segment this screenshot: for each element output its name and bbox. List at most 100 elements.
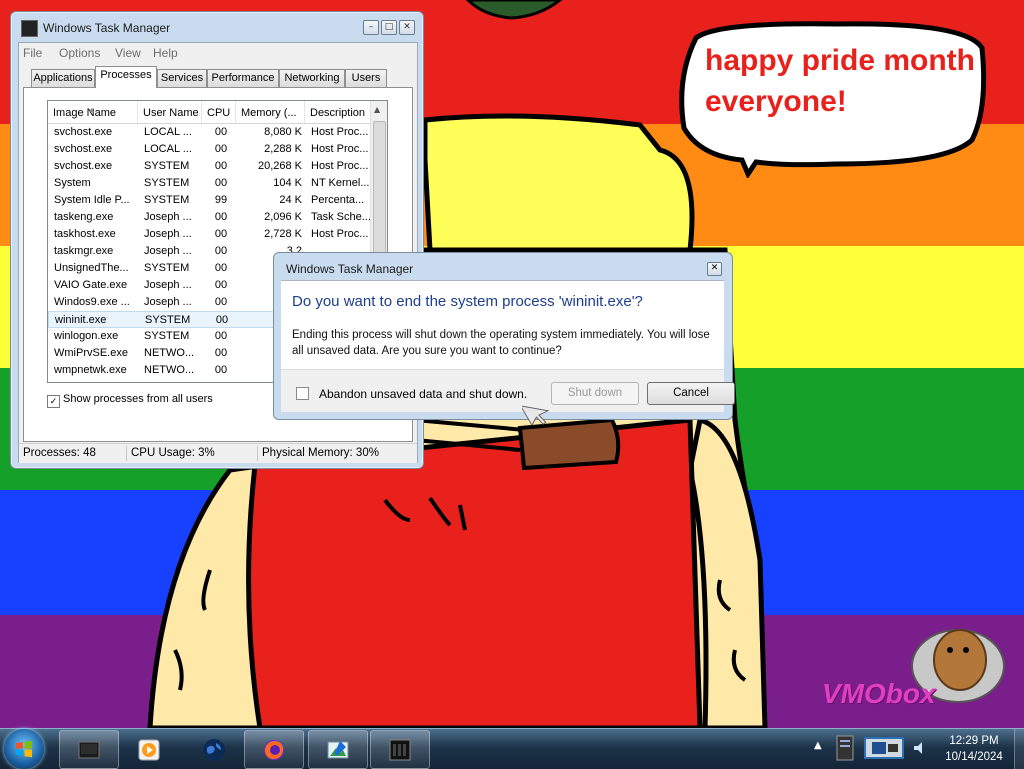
process-name-cell: taskmgr.exe xyxy=(54,245,114,257)
taskbar-firefox[interactable] xyxy=(244,730,304,769)
memory-cell: 104 K xyxy=(273,177,302,189)
column-header-image-name-label: Image Name xyxy=(53,107,116,119)
description-cell: NT Kernel... xyxy=(311,177,370,189)
cpu-cell: 00 xyxy=(214,279,228,291)
tab-applications[interactable]: Applications xyxy=(31,69,95,87)
tab-performance[interactable]: Performance xyxy=(207,69,279,87)
show-hidden-icons-icon[interactable]: ▲ xyxy=(814,740,830,756)
cpu-cell: 00 xyxy=(215,314,229,326)
window-title: Windows Task Manager xyxy=(43,21,171,35)
menu-help[interactable]: Help xyxy=(153,46,178,60)
user-name-cell: Joseph ... xyxy=(144,245,192,257)
tab-processes[interactable]: Processes xyxy=(95,66,157,88)
user-name-cell: Joseph ... xyxy=(144,228,192,240)
maximize-button[interactable]: □ xyxy=(381,20,397,35)
process-name-cell: svchost.exe xyxy=(54,126,113,138)
cancel-button[interactable]: Cancel xyxy=(647,382,735,405)
network-icon[interactable] xyxy=(864,735,904,761)
menu-view[interactable]: View xyxy=(115,46,141,60)
table-row[interactable]: System Idle P... SYSTEM 99 24 K Percenta... xyxy=(48,192,371,209)
minimize-button[interactable]: – xyxy=(363,20,379,35)
close-button[interactable]: ✕ xyxy=(399,20,415,35)
cpu-cell: 99 xyxy=(214,194,228,206)
description-cell: Host Proc... xyxy=(311,126,369,138)
status-physical-memory: Physical Memory: 30% xyxy=(262,447,379,459)
volume-icon[interactable] xyxy=(912,740,928,756)
show-desktop-button[interactable] xyxy=(1014,729,1024,769)
user-name-cell: SYSTEM xyxy=(144,330,190,342)
process-name-cell: taskeng.exe xyxy=(54,211,114,223)
taskbar-task-manager[interactable] xyxy=(59,730,119,769)
menu-file[interactable]: File xyxy=(23,46,42,60)
checkbox-unchecked-icon[interactable] xyxy=(296,387,309,400)
show-all-processes-checkbox[interactable]: ✓ Show processes from all users xyxy=(47,393,213,408)
cpu-cell: 00 xyxy=(214,228,228,240)
tab-services[interactable]: Services xyxy=(157,69,207,87)
taskbar: ▲ 12:29 PM 10/14/2024 xyxy=(0,728,1024,769)
table-row[interactable]: svchost.exe SYSTEM 00 20,268 K Host Proc... xyxy=(48,158,371,175)
table-row[interactable]: svchost.exe LOCAL ... 00 2,288 K Host Proc..… xyxy=(48,141,371,158)
windows-logo-icon xyxy=(16,740,32,758)
scroll-up-arrow-icon[interactable]: ▲ xyxy=(374,105,380,114)
tab-networking[interactable]: Networking xyxy=(279,69,345,87)
taskbar-clock[interactable]: 12:29 PM 10/14/2024 xyxy=(938,733,1010,765)
memory-cell: 2,096 K xyxy=(264,211,302,223)
user-name-cell: LOCAL ... xyxy=(144,143,192,155)
shut-down-button[interactable]: Shut down xyxy=(551,382,639,405)
column-header-cpu[interactable]: CPU xyxy=(202,101,236,123)
status-bar: Processes: 48 CPU Usage: 3% Physical Mem… xyxy=(19,443,417,463)
firefox-icon xyxy=(264,740,284,760)
table-row[interactable]: taskeng.exe Joseph ... 00 2,096 K Task Sche.… xyxy=(48,209,371,226)
process-name-cell: System xyxy=(54,177,91,189)
table-row[interactable]: System SYSTEM 00 104 K NT Kernel... xyxy=(48,175,371,192)
column-header-user-name[interactable]: User Name xyxy=(138,101,202,123)
dialog-content-text: Ending this process will shut down the o… xyxy=(292,329,710,357)
process-name-cell: VAIO Gate.exe xyxy=(54,279,128,291)
image-editor-icon xyxy=(327,741,349,759)
abandon-data-label: Abandon unsaved data and shut down. xyxy=(319,387,528,401)
description-cell: Host Proc... xyxy=(311,228,369,240)
cpu-cell: 00 xyxy=(214,211,228,223)
globe-browser-icon xyxy=(203,739,225,761)
media-player-icon xyxy=(138,739,160,761)
taskbar-image-editor[interactable] xyxy=(308,730,368,769)
user-name-cell: SYSTEM xyxy=(144,262,190,274)
process-name-cell: wmpnetwk.exe xyxy=(54,364,127,376)
memory-cell: 24 K xyxy=(279,194,302,206)
cpu-cell: 00 xyxy=(214,245,228,257)
cpu-cell: 00 xyxy=(214,262,228,274)
menu-options[interactable]: Options xyxy=(59,46,100,60)
column-header-memory[interactable]: Memory (... xyxy=(236,101,305,123)
column-header-image-name[interactable]: ▲ Image Name xyxy=(48,101,138,123)
clock-date: 10/14/2024 xyxy=(945,751,1003,763)
memory-cell: 2,728 K xyxy=(264,228,302,240)
task-manager-titlebar[interactable]: Windows Task Manager – □ ✕ xyxy=(11,12,423,42)
process-name-cell: UnsignedThe... xyxy=(54,262,129,274)
tab-users[interactable]: Users xyxy=(345,69,387,87)
mouse-pointer-icon xyxy=(522,405,550,427)
terminal-icon xyxy=(389,739,411,761)
dialog-title: Windows Task Manager xyxy=(286,262,414,276)
process-name-cell: svchost.exe xyxy=(54,143,113,155)
cpu-cell: 00 xyxy=(214,126,228,138)
table-row[interactable]: taskhost.exe Joseph ... 00 2,728 K Host Proc… xyxy=(48,226,371,243)
show-all-processes-label: Show processes from all users xyxy=(63,393,213,405)
speech-bubble-text: happy pride month everyone! xyxy=(705,44,975,118)
checkbox-checked-icon[interactable]: ✓ xyxy=(47,395,60,408)
user-name-cell: Joseph ... xyxy=(144,296,192,308)
process-name-cell: WmiPrvSE.exe xyxy=(54,347,128,359)
description-cell: Percenta... xyxy=(311,194,365,206)
dialog-close-button[interactable]: ✕ xyxy=(707,262,722,276)
taskbar-terminal[interactable] xyxy=(370,730,430,769)
taskbar-globe-browser[interactable] xyxy=(184,730,244,769)
column-header-description[interactable]: Description xyxy=(305,101,371,123)
sort-up-icon: ▲ xyxy=(88,107,95,114)
table-row[interactable]: svchost.exe LOCAL ... 00 8,080 K Host Proc..… xyxy=(48,124,371,141)
start-button[interactable] xyxy=(4,729,44,769)
taskbar-media-player[interactable] xyxy=(119,730,179,769)
server-icon[interactable] xyxy=(834,735,856,761)
scrollbar-thumb[interactable] xyxy=(373,121,386,273)
dialog-footer: Abandon unsaved data and shut down. Shut… xyxy=(281,369,735,412)
abandon-data-checkbox[interactable]: Abandon unsaved data and shut down. xyxy=(296,387,527,401)
task-manager-app-icon xyxy=(78,741,100,759)
